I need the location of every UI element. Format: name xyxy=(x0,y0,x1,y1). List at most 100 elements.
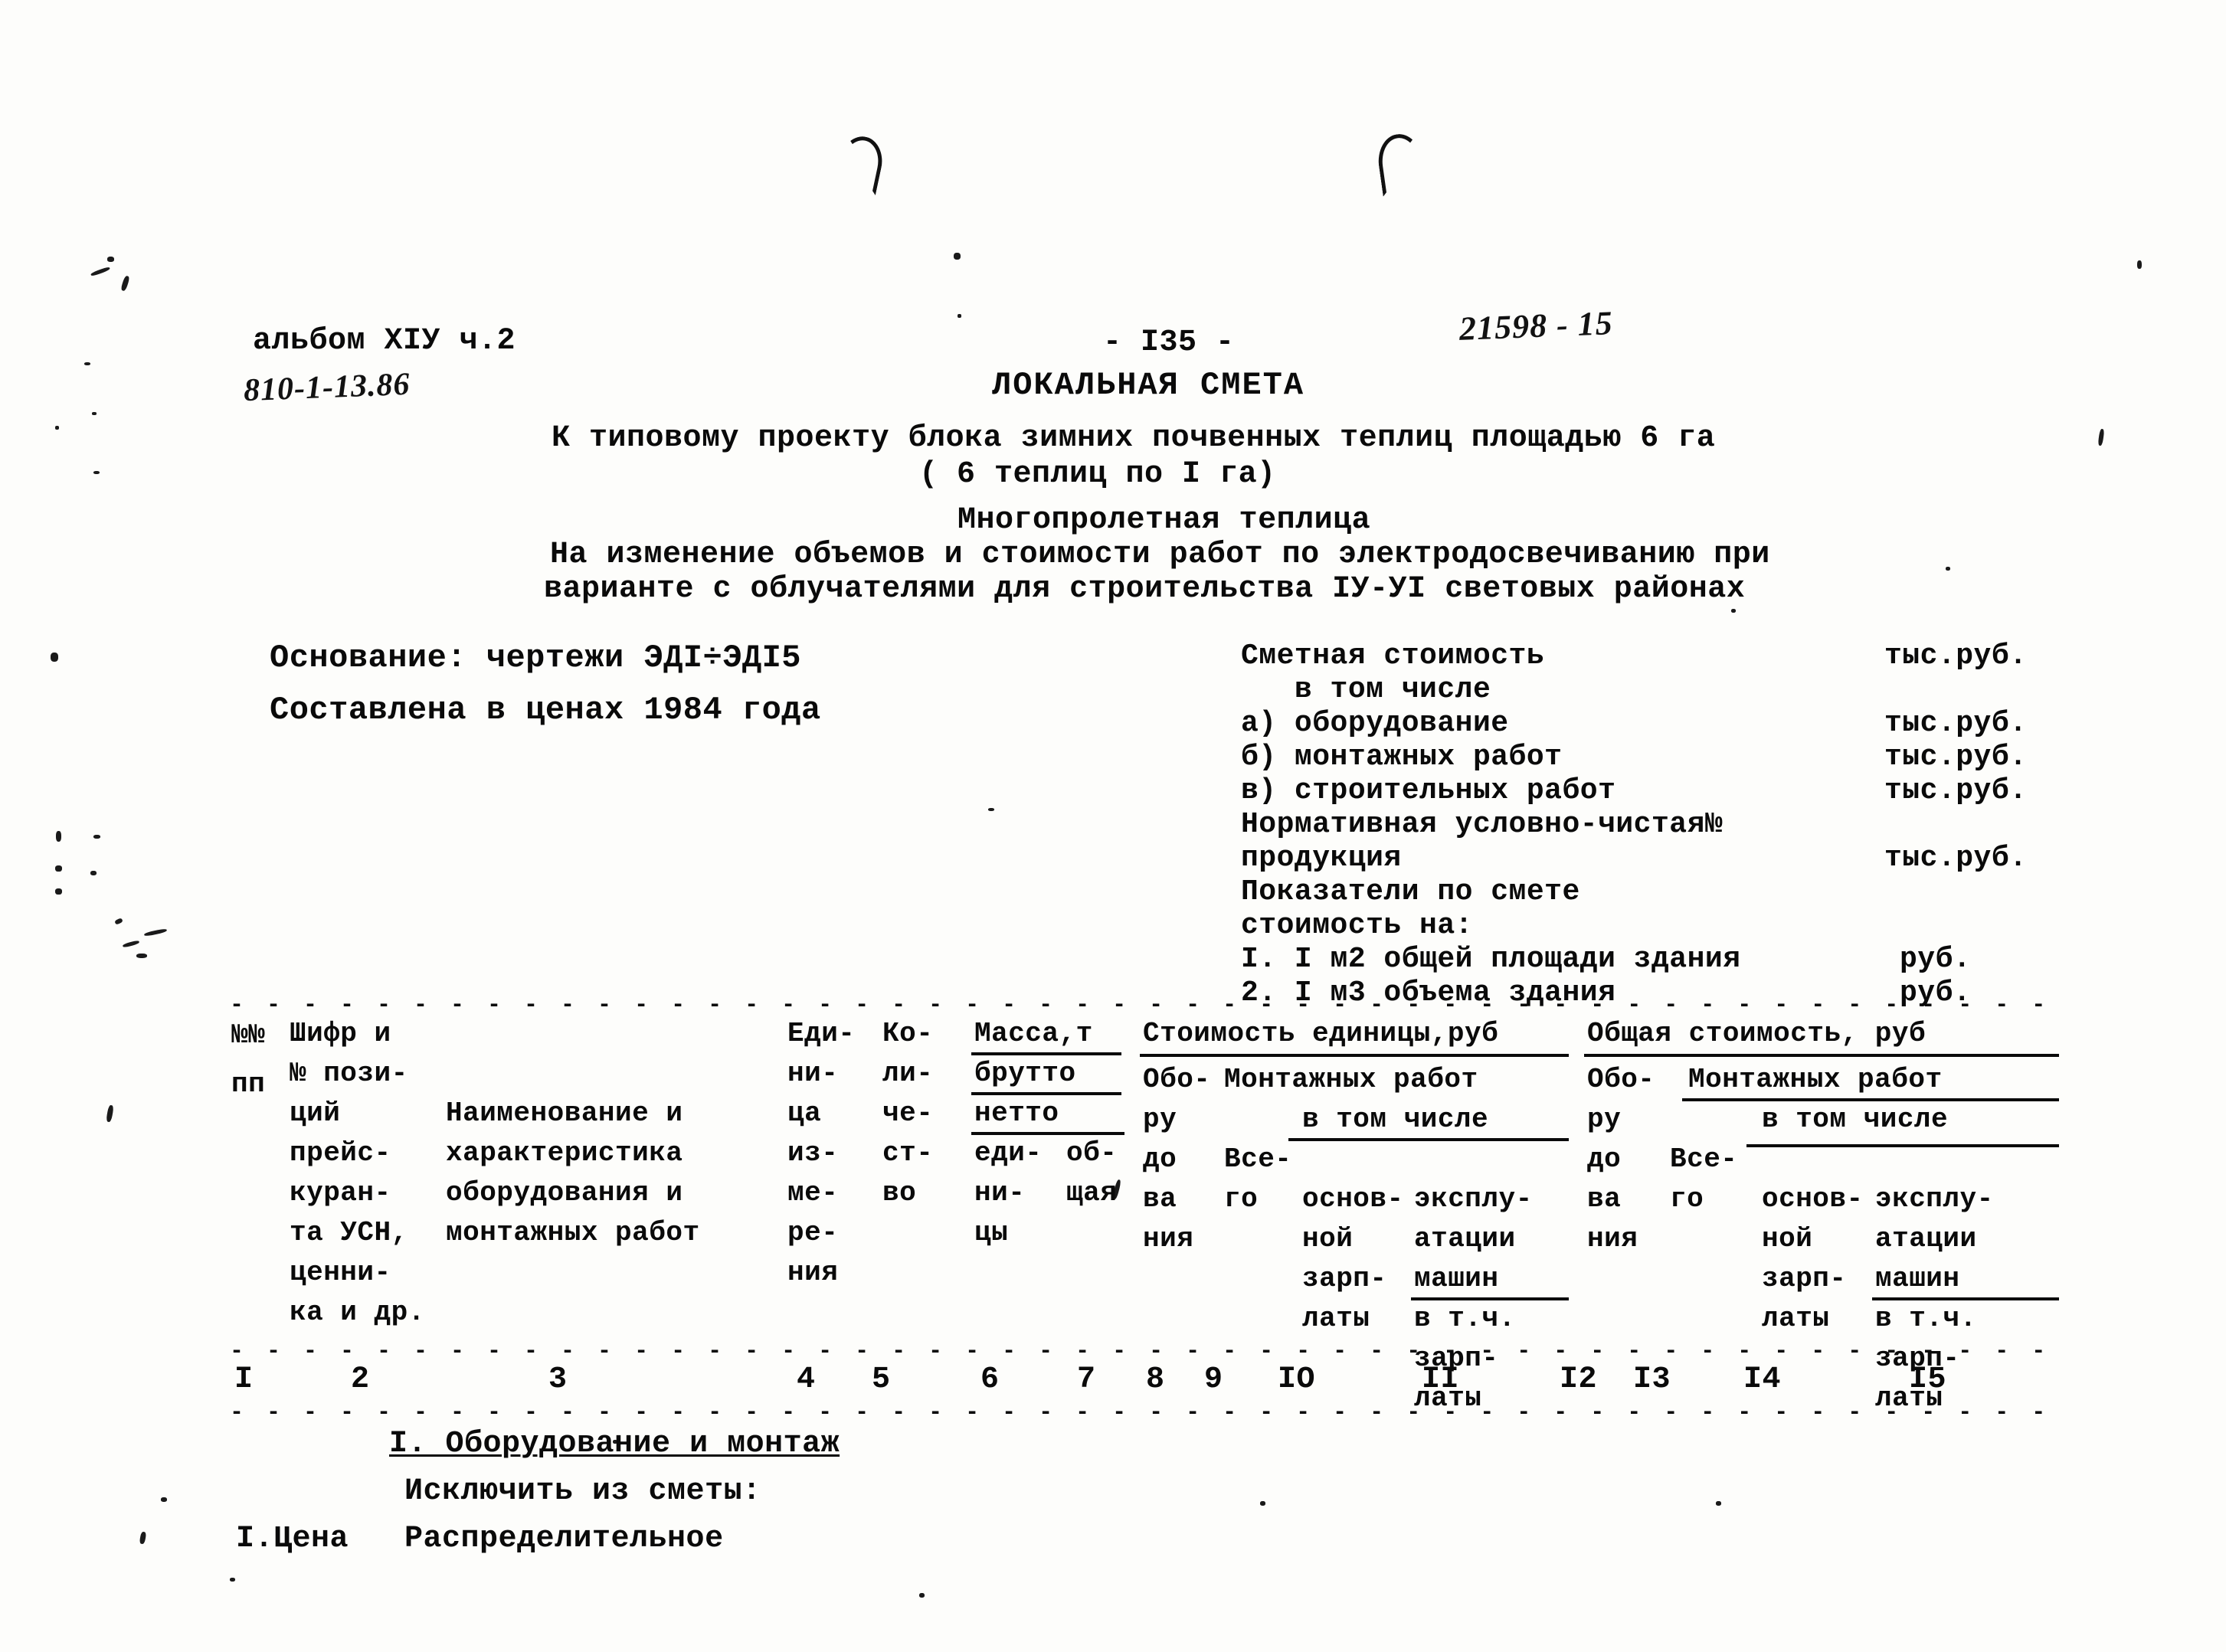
table-header-among-which-uc-rule xyxy=(1288,1138,1569,1141)
scan-speck xyxy=(1260,1501,1265,1506)
table-column-number: I xyxy=(234,1362,254,1397)
album-handwritten-code: 810-1-13.86 xyxy=(243,366,411,409)
subtitle-line-1: К типовому проекту блока зимних почвенны… xyxy=(552,421,1716,456)
table-header-machine-uc-line2: атации xyxy=(1414,1223,1516,1255)
cost-summary-unit: руб. xyxy=(1900,943,1972,976)
table-header-base-salary-tc-line3: зарп- xyxy=(1762,1263,1847,1294)
table-header-mass-total-line1: об- xyxy=(1066,1137,1118,1169)
cost-summary-unit: тыс.руб. xyxy=(1884,842,2028,875)
scan-speck xyxy=(92,412,97,415)
table-row-section-heading: I. Оборудование и монтаж xyxy=(389,1427,840,1461)
subtitle-line-2: ( 6 теплиц по I га) xyxy=(919,457,1276,492)
scan-speck xyxy=(55,865,62,872)
scan-speck xyxy=(56,831,61,842)
scan-speck xyxy=(84,362,90,365)
table-header-col5-line3: че- xyxy=(882,1098,934,1129)
table-header-install-works-tc: Монтажных работ xyxy=(1688,1064,1943,1095)
table-header-machine-sub-uc-line1: в т.ч. xyxy=(1414,1303,1516,1334)
table-rule-top: - - - - - - - - - - - - - - - - - - - - … xyxy=(230,996,2051,1016)
cost-summary-label: продукция xyxy=(1241,842,1402,875)
table-header-equipment-tc-line4: ва xyxy=(1587,1183,1622,1215)
scan-speck xyxy=(2097,428,2105,447)
table-header-base-salary-tc-line2: ной xyxy=(1762,1223,1813,1255)
cost-summary-unit: тыс.руб. xyxy=(1884,707,2028,740)
table-row-code: I.Цена xyxy=(236,1522,349,1556)
table-header-base-salary-uc-line2: ной xyxy=(1302,1223,1354,1255)
cost-summary-unit: тыс.руб. xyxy=(1884,741,2028,774)
cost-summary-label: б) монтажных работ xyxy=(1241,741,1563,774)
table-header-total-uc-line1: Все- xyxy=(1224,1143,1292,1175)
table-header-mass-unit-line2: ни- xyxy=(974,1177,1026,1209)
table-header-mass-unit-line3: цы xyxy=(974,1217,1009,1248)
table-header-base-salary-uc-line1: основ- xyxy=(1302,1183,1404,1215)
scan-speck xyxy=(988,808,994,811)
scan-speck xyxy=(114,918,123,925)
table-header-col5-line4: ст- xyxy=(882,1137,934,1169)
scan-speck xyxy=(122,940,140,948)
cost-summary-label: Нормативная условно-чистая№ xyxy=(1241,808,1724,841)
table-header-among-which-tc: в том числе xyxy=(1762,1104,1949,1135)
table-header-install-works-tc-rule xyxy=(1682,1098,2059,1101)
table-row-name: Распределительное xyxy=(404,1522,724,1556)
table-header-col4-line7: ния xyxy=(787,1257,839,1288)
table-header-mass-rule-2 xyxy=(971,1092,1121,1095)
cost-summary-label: Сметная стоимость xyxy=(1241,640,1545,672)
cost-summary-unit: тыс.руб. xyxy=(1884,640,2028,672)
table-column-number: I4 xyxy=(1743,1362,1782,1397)
table-header-equipment-tc-line1: Обо- xyxy=(1587,1064,1655,1095)
table-header-col4-line1: Еди- xyxy=(787,1018,856,1049)
scan-speck xyxy=(954,253,961,260)
scan-speck xyxy=(1731,609,1736,613)
table-header-machine-tc-line3: машин xyxy=(1875,1263,1960,1294)
table-header-equipment-uc-line5: ния xyxy=(1143,1223,1194,1255)
table-rule-above-colnums: - - - - - - - - - - - - - - - - - - - - … xyxy=(230,1342,2051,1362)
subtitle-line-4: На изменение объемов и стоимости работ п… xyxy=(550,538,1770,572)
table-header-col3-line4: монтажных работ xyxy=(446,1217,700,1248)
table-header-machine-uc-line3: машин xyxy=(1414,1263,1499,1294)
table-header-col4-line2: ни- xyxy=(787,1058,839,1089)
table-header-col2-line1: Шифр и xyxy=(290,1018,391,1049)
table-column-number: 8 xyxy=(1146,1362,1165,1397)
table-header-col3-line3: оборудования и xyxy=(446,1177,683,1209)
basis-line-1: Основание: чертежи ЭДI÷ЭДI5 xyxy=(270,640,802,676)
table-header-col2-line2: № пози- xyxy=(290,1058,408,1089)
table-column-number: II xyxy=(1422,1362,1460,1397)
table-column-number: 6 xyxy=(980,1362,1000,1397)
table-header-col3-line1: Наименование и xyxy=(446,1098,683,1129)
scan-speck xyxy=(958,314,961,318)
scan-speck xyxy=(107,257,114,262)
table-header-equipment-uc-line3: до xyxy=(1143,1143,1177,1175)
subtitle-line-3: Многопролетная теплица xyxy=(958,503,1371,538)
table-header-col4-line4: из- xyxy=(787,1137,839,1169)
document-title: ЛОКАЛЬНАЯ СМЕТА xyxy=(992,367,1305,404)
cost-summary-label: I. I м2 общей площади здания xyxy=(1241,943,1741,976)
table-column-number: 9 xyxy=(1204,1362,1223,1397)
table-header-mass-rule-3 xyxy=(971,1132,1124,1135)
scan-speck xyxy=(55,426,59,430)
table-header-among-which-tc-rule xyxy=(1746,1144,2059,1147)
table-header-equipment-uc-line2: ру xyxy=(1143,1104,1177,1135)
scan-speck xyxy=(2137,260,2142,269)
subtitle-line-5: варианте с облучателями для строительств… xyxy=(544,572,1746,607)
scan-speck xyxy=(93,471,100,474)
table-header-col5-line1: Ко- xyxy=(882,1018,934,1049)
scan-speck xyxy=(143,927,168,937)
table-header-base-salary-uc-line4: латы xyxy=(1302,1303,1370,1334)
table-column-number: 4 xyxy=(797,1362,816,1397)
table-header-col2-line7: ценни- xyxy=(290,1257,391,1288)
table-header-install-works-uc: Монтажных работ xyxy=(1224,1064,1478,1095)
table-header-total-tc-line2: го xyxy=(1670,1183,1704,1215)
scan-speck xyxy=(55,888,62,895)
scan-speck xyxy=(1716,1501,1721,1506)
table-header-group-unit-cost-rule xyxy=(1140,1054,1569,1057)
document-code-handwritten: 21598 - 15 xyxy=(1458,304,1614,348)
table-column-number: 5 xyxy=(872,1362,891,1397)
table-column-number: 2 xyxy=(351,1362,370,1397)
table-header-col2-line6: та УСН, xyxy=(290,1217,408,1248)
scan-speck xyxy=(106,1104,114,1123)
table-header-machine-tc-line1: эксплу- xyxy=(1875,1183,1994,1215)
table-header-mass-group: Масса,т xyxy=(974,1018,1093,1049)
scan-speck xyxy=(919,1593,925,1598)
cost-summary-label: Показатели по смете xyxy=(1241,875,1580,908)
table-rule-below-colnums: - - - - - - - - - - - - - - - - - - - - … xyxy=(230,1403,2051,1423)
